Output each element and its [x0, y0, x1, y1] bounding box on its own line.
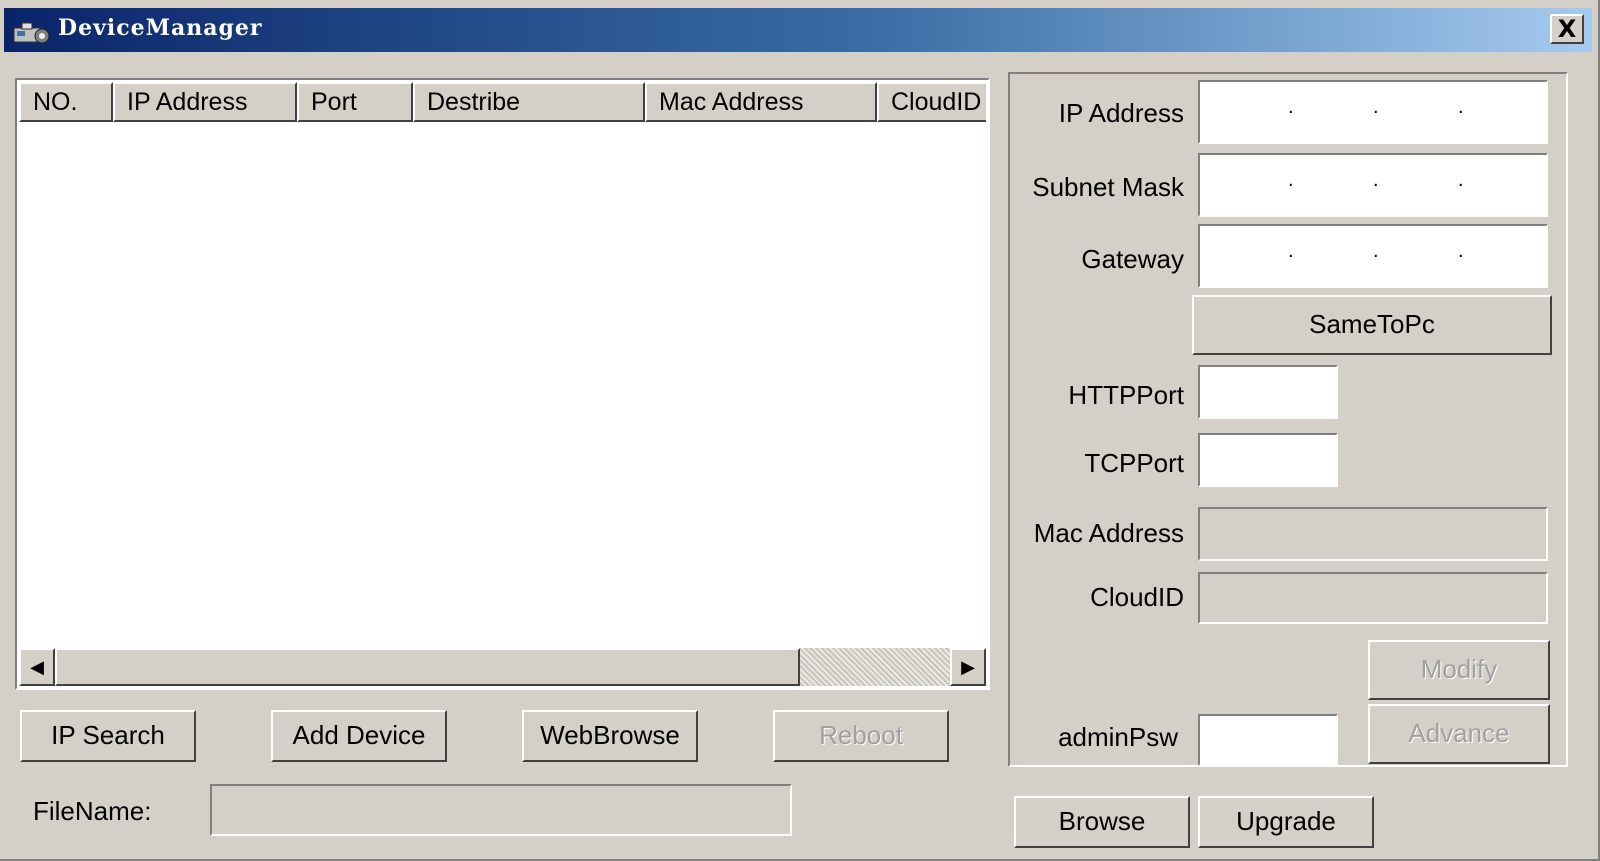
modify-button[interactable]: Modify [1368, 640, 1550, 700]
scroll-right-button[interactable]: ▶ [950, 648, 986, 686]
file-name-label: FileName: [33, 796, 152, 826]
device-list-header: NO. IP Address Port Destribe Mac Address… [19, 82, 986, 122]
scrollbar-track[interactable] [55, 648, 950, 686]
device-list-body[interactable] [19, 122, 986, 648]
scroll-left-button[interactable]: ◀ [19, 648, 55, 686]
add-device-button[interactable]: Add Device [271, 710, 447, 762]
ip-separator: . [1288, 240, 1294, 262]
reboot-button[interactable]: Reboot [773, 710, 949, 762]
cloud-id-field[interactable] [1198, 572, 1548, 624]
admin-password-field[interactable] [1198, 714, 1338, 766]
horizontal-scrollbar[interactable]: ◀ ▶ [19, 648, 986, 686]
tcp-port-label: TCPPort [1084, 448, 1184, 478]
window-title: DeviceManager [58, 15, 263, 41]
column-header-no[interactable]: NO. [19, 82, 113, 122]
column-header-port[interactable]: Port [297, 82, 413, 122]
column-header-describe[interactable]: Destribe [413, 82, 645, 122]
upgrade-button[interactable]: Upgrade [1198, 796, 1374, 848]
file-name-field[interactable] [210, 784, 792, 836]
ip-separator: . [1458, 240, 1464, 262]
column-header-ip-address[interactable]: IP Address [113, 82, 297, 122]
mac-address-label: Mac Address [1033, 518, 1184, 548]
admin-psw-label: adminPsw [1058, 722, 1178, 752]
ip-separator: . [1373, 169, 1379, 191]
subnet-mask-field[interactable]: ... [1198, 153, 1548, 217]
web-browse-button[interactable]: WebBrowse [522, 710, 698, 762]
ip-separator: . [1373, 240, 1379, 262]
browse-button[interactable]: Browse [1014, 796, 1190, 848]
device-manager-window: DeviceManager X NO. IP Address Port Dest… [0, 0, 1600, 861]
ip-address-field[interactable]: ... [1198, 80, 1548, 144]
column-header-mac-address[interactable]: Mac Address [645, 82, 877, 122]
device-manager-icon [13, 22, 50, 44]
ip-separator: . [1288, 169, 1294, 191]
advance-button[interactable]: Advance [1368, 704, 1550, 764]
scrollbar-thumb[interactable] [55, 648, 800, 686]
column-header-cloud-id[interactable]: CloudID [877, 82, 986, 122]
cloud-id-label: CloudID [1090, 582, 1184, 612]
ip-separator: . [1458, 96, 1464, 118]
ip-separator: . [1458, 169, 1464, 191]
close-icon: X [1557, 15, 1577, 43]
ip-separator: . [1288, 96, 1294, 118]
arrow-left-icon: ◀ [30, 657, 44, 677]
http-port-field[interactable] [1198, 365, 1338, 419]
tcp-port-field[interactable] [1198, 433, 1338, 487]
mac-address-field[interactable] [1198, 507, 1548, 561]
ip-separator: . [1373, 96, 1379, 118]
arrow-right-icon: ▶ [961, 657, 975, 677]
same-to-pc-button[interactable]: SameToPc [1192, 295, 1552, 355]
gateway-field[interactable]: ... [1198, 224, 1548, 288]
title-bar[interactable]: DeviceManager X [4, 8, 1592, 52]
ip-search-button[interactable]: IP Search [20, 710, 196, 762]
ip-address-label: IP Address [1058, 98, 1184, 128]
close-button[interactable]: X [1550, 14, 1584, 44]
subnet-mask-label: Subnet Mask [1032, 172, 1184, 202]
device-list[interactable]: NO. IP Address Port Destribe Mac Address… [15, 78, 990, 690]
gateway-label: Gateway [1081, 244, 1184, 274]
http-port-label: HTTPPort [1068, 380, 1184, 410]
